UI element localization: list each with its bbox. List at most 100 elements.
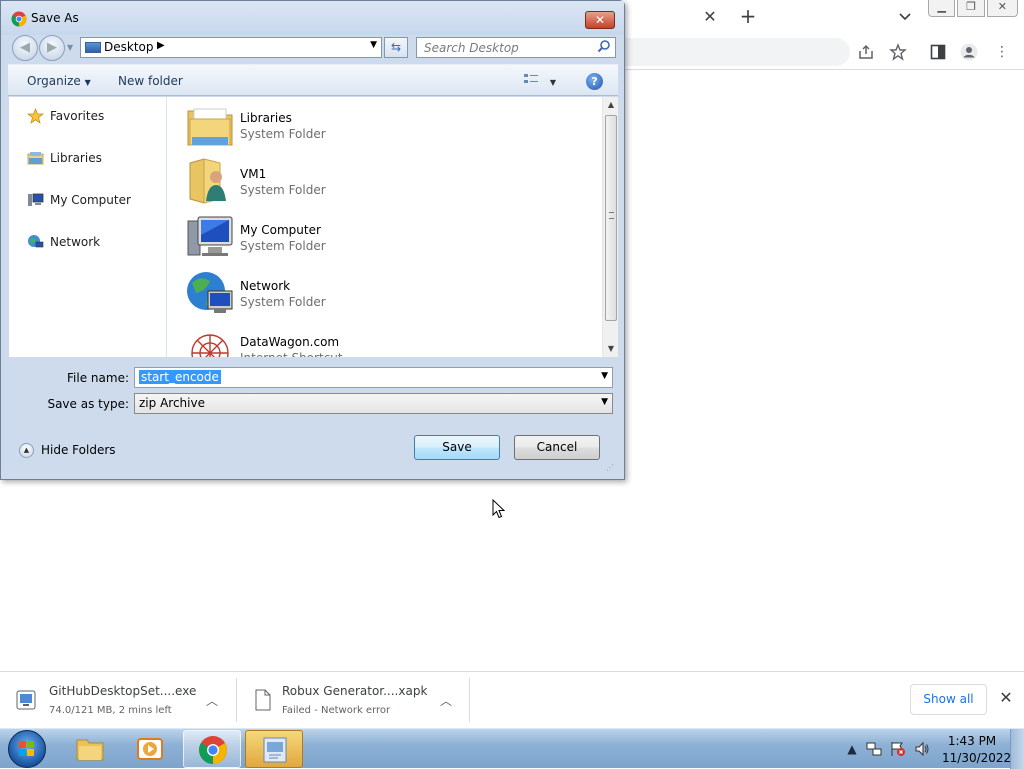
dialog-title: Save As bbox=[31, 11, 79, 25]
resize-grip-icon[interactable]: ⋰ bbox=[606, 463, 618, 475]
organize-label: Organize bbox=[27, 74, 81, 88]
download-shelf: GitHubDesktopSet....exe 74.0/121 MB, 2 m… bbox=[0, 671, 1024, 728]
nav-label-my-computer: My Computer bbox=[50, 193, 131, 207]
chrome-icon bbox=[198, 735, 228, 765]
save-button[interactable]: Save bbox=[414, 435, 500, 460]
user-folder-icon bbox=[186, 157, 234, 205]
profile-avatar-icon[interactable] bbox=[960, 43, 978, 61]
download-name: Robux Generator....xapk bbox=[282, 684, 428, 698]
cancel-button[interactable]: Cancel bbox=[514, 435, 600, 460]
file-name-label: File name: bbox=[67, 371, 129, 385]
file-name-libraries: Libraries bbox=[240, 111, 292, 125]
clock-time[interactable]: 1:43 PM bbox=[947, 734, 997, 748]
folder-icon bbox=[75, 734, 105, 764]
save-type-value: zip Archive bbox=[139, 396, 205, 410]
file-name-value[interactable]: start_encode bbox=[139, 370, 221, 384]
program-icon bbox=[260, 735, 290, 765]
volume-icon[interactable] bbox=[914, 741, 930, 757]
file-name-my-computer: My Computer bbox=[240, 223, 321, 237]
close-icon[interactable]: ✕ bbox=[997, 689, 1015, 707]
search-input[interactable]: Search Desktop bbox=[416, 37, 616, 58]
list-item[interactable]: Libraries System Folder bbox=[186, 101, 586, 153]
libraries-folder-icon bbox=[186, 101, 234, 149]
taskbar-media-player[interactable] bbox=[121, 730, 179, 768]
file-list: Libraries System Folder VM1 System Folde… bbox=[168, 97, 601, 357]
dialog-close-button[interactable]: ✕ bbox=[585, 11, 615, 29]
address-location[interactable]: Desktop bbox=[104, 40, 154, 54]
save-type-select[interactable]: zip Archive ▼ bbox=[134, 393, 613, 414]
download-item[interactable]: Robux Generator....xapk Failed - Network… bbox=[237, 672, 469, 728]
help-icon[interactable]: ? bbox=[586, 73, 603, 90]
download-item[interactable]: GitHubDesktopSet....exe 74.0/121 MB, 2 m… bbox=[0, 672, 236, 728]
system-tray: ▲ 1:43 PM 11/30/2022 bbox=[842, 729, 1024, 769]
file-name-dropdown-icon[interactable]: ▼ bbox=[601, 371, 608, 381]
star-icon bbox=[26, 107, 45, 124]
network-status-icon[interactable] bbox=[866, 741, 882, 757]
file-type-my-computer: System Folder bbox=[240, 239, 326, 253]
search-icon[interactable] bbox=[597, 39, 611, 57]
nav-label-libraries: Libraries bbox=[50, 151, 102, 165]
download-status: 74.0/121 MB, 2 mins left bbox=[49, 705, 172, 716]
new-tab-icon[interactable]: + bbox=[736, 5, 760, 29]
show-desktop-button[interactable] bbox=[1010, 729, 1024, 769]
scroll-down-icon[interactable]: ▼ bbox=[603, 341, 619, 357]
taskbar-program[interactable] bbox=[245, 730, 303, 768]
collapse-arrow-icon: ▲ bbox=[19, 443, 34, 458]
nav-item-libraries[interactable]: Libraries bbox=[27, 149, 165, 169]
restore-icon[interactable]: ❐ bbox=[957, 0, 985, 17]
tab-close-icon[interactable]: ✕ bbox=[700, 8, 720, 28]
show-all-button[interactable]: Show all bbox=[910, 684, 987, 715]
view-dropdown-icon[interactable]: ▼ bbox=[550, 78, 556, 87]
new-folder-button[interactable]: New folder bbox=[118, 74, 183, 88]
save-type-dropdown-icon[interactable]: ▼ bbox=[601, 397, 608, 407]
organize-button[interactable]: Organize ▼ bbox=[27, 74, 91, 88]
datawagon-logo-icon bbox=[186, 325, 234, 357]
address-bar[interactable]: Desktop ▶ ▼ bbox=[80, 37, 382, 58]
computer-icon bbox=[186, 213, 234, 261]
taskbar-explorer[interactable] bbox=[61, 730, 119, 768]
list-item[interactable]: Network System Folder bbox=[186, 269, 586, 321]
chevron-up-icon[interactable]: ︿ bbox=[204, 692, 220, 708]
file-name-network: Network bbox=[240, 279, 291, 293]
taskbar: ▲ 1:43 PM 11/30/2022 bbox=[0, 728, 1024, 769]
list-item[interactable]: My Computer System Folder bbox=[186, 213, 586, 265]
list-item[interactable]: VM1 System Folder bbox=[186, 157, 586, 209]
file-name-field[interactable]: start_encode ▼ bbox=[134, 367, 613, 388]
nav-label-network: Network bbox=[50, 235, 101, 249]
nav-item-favorites[interactable]: Favorites bbox=[26, 107, 165, 127]
breadcrumb-chevron-icon[interactable]: ▶ bbox=[157, 40, 165, 51]
minimize-icon[interactable]: ▁ bbox=[928, 0, 956, 17]
clock-date[interactable]: 11/30/2022 bbox=[942, 751, 1011, 765]
tab-search-icon[interactable] bbox=[894, 6, 916, 28]
dialog-title-bar[interactable]: Save As ✕ bbox=[1, 1, 624, 35]
chrome-menu-icon[interactable]: ⋮ bbox=[993, 43, 1011, 61]
file-name-vm1: VM1 bbox=[240, 167, 267, 181]
side-panel-icon[interactable] bbox=[929, 43, 947, 61]
address-dropdown-icon[interactable]: ▼ bbox=[370, 40, 377, 50]
nav-item-network[interactable]: Network bbox=[27, 233, 165, 253]
file-name-datawagon: DataWagon.com bbox=[240, 335, 340, 349]
chevron-up-icon[interactable]: ︿ bbox=[438, 692, 454, 708]
share-icon[interactable] bbox=[857, 43, 875, 61]
forward-arrow-icon[interactable]: ▶ bbox=[39, 35, 65, 61]
nav-item-my-computer[interactable]: My Computer bbox=[27, 191, 165, 211]
scroll-thumb[interactable] bbox=[605, 115, 617, 321]
network-icon bbox=[27, 234, 44, 250]
show-hidden-icons-icon[interactable]: ▲ bbox=[844, 741, 860, 757]
back-arrow-icon[interactable]: ◀ bbox=[12, 35, 38, 61]
scroll-up-icon[interactable]: ▲ bbox=[603, 97, 619, 113]
close-window-icon[interactable]: ✕ bbox=[986, 0, 1018, 17]
vertical-scrollbar[interactable]: ▲ ▼ bbox=[602, 97, 618, 357]
file-type-vm1: System Folder bbox=[240, 183, 326, 197]
media-player-icon bbox=[135, 734, 165, 764]
bookmark-star-icon[interactable] bbox=[889, 43, 907, 61]
recent-dropdown-icon[interactable]: ▼ bbox=[67, 43, 73, 52]
refresh-icon[interactable]: ⇆ bbox=[384, 37, 408, 58]
taskbar-chrome[interactable] bbox=[183, 730, 241, 768]
list-item[interactable]: DataWagon.com Internet Shortcut bbox=[186, 325, 586, 357]
action-center-alert-icon[interactable] bbox=[890, 741, 906, 757]
nav-label-favorites: Favorites bbox=[50, 109, 105, 123]
omnibox[interactable] bbox=[620, 38, 850, 66]
change-view-icon[interactable]: ▼ bbox=[524, 73, 556, 88]
start-button[interactable] bbox=[8, 730, 46, 768]
